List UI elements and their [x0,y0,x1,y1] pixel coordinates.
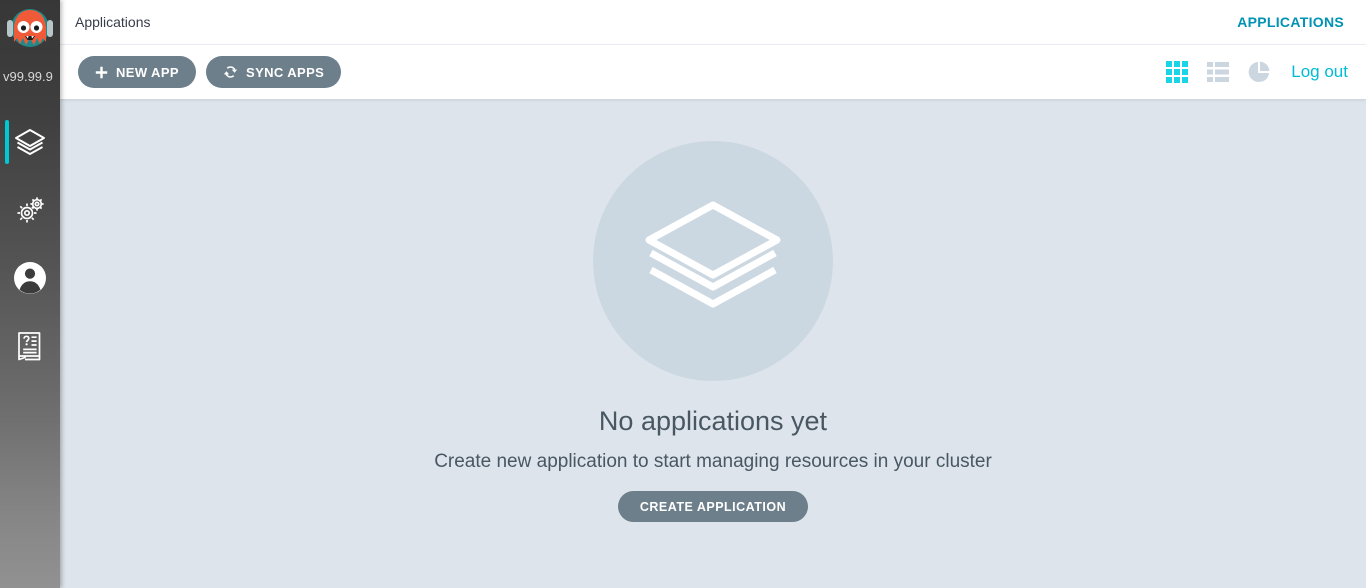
sidebar-nav [0,92,60,380]
sync-apps-button[interactable]: SYNC APPS [206,56,342,88]
new-app-label: NEW APP [116,64,179,80]
empty-state-illustration [593,141,833,381]
toolbar: NEW APP SYNC APPS Log out [60,45,1366,99]
plus-icon [95,66,108,79]
gears-icon [13,193,47,227]
layers-icon [12,124,48,160]
brand-area[interactable]: v99.99.9 [0,0,60,92]
help-book-icon [15,330,45,362]
sidebar-item-applications[interactable] [0,108,60,176]
page-title: Applications [75,14,151,30]
sidebar-item-settings[interactable] [0,176,60,244]
pie-chart-icon[interactable] [1246,60,1271,85]
main-area: Applications APPLICATIONS NEW APP SYNC A… [60,0,1366,588]
tiles-grid-icon[interactable] [1164,60,1189,85]
sidebar: v99.99.9 [0,0,60,588]
argo-octopus-logo [4,4,56,62]
version-label: v99.99.9 [3,69,53,84]
create-application-button[interactable]: CREATE APPLICATION [617,491,809,522]
layers-stack-icon [638,184,788,339]
breadcrumb-applications[interactable]: APPLICATIONS [1237,14,1348,30]
list-rows-icon[interactable] [1205,60,1230,85]
sync-refresh-icon [223,65,238,79]
sidebar-item-user-info[interactable] [0,244,60,312]
sidebar-item-documentation[interactable] [0,312,60,380]
sync-apps-label: SYNC APPS [246,64,325,80]
new-app-button[interactable]: NEW APP [78,56,196,88]
user-circle-icon [13,261,47,295]
logout-link[interactable]: Log out [1291,62,1348,82]
toolbar-view-switcher: Log out [1164,60,1348,85]
empty-state-title: No applications yet [598,406,828,436]
applications-empty-state: No applications yet Create new applicati… [60,99,1366,588]
page-header: Applications APPLICATIONS [60,0,1366,45]
toolbar-actions: NEW APP SYNC APPS [78,56,342,88]
argocd-app-root: v99.99.9 Applications APPLICATIONS NEW A… [0,0,1366,588]
empty-state-subtitle: Create new application to start managing… [434,451,992,472]
